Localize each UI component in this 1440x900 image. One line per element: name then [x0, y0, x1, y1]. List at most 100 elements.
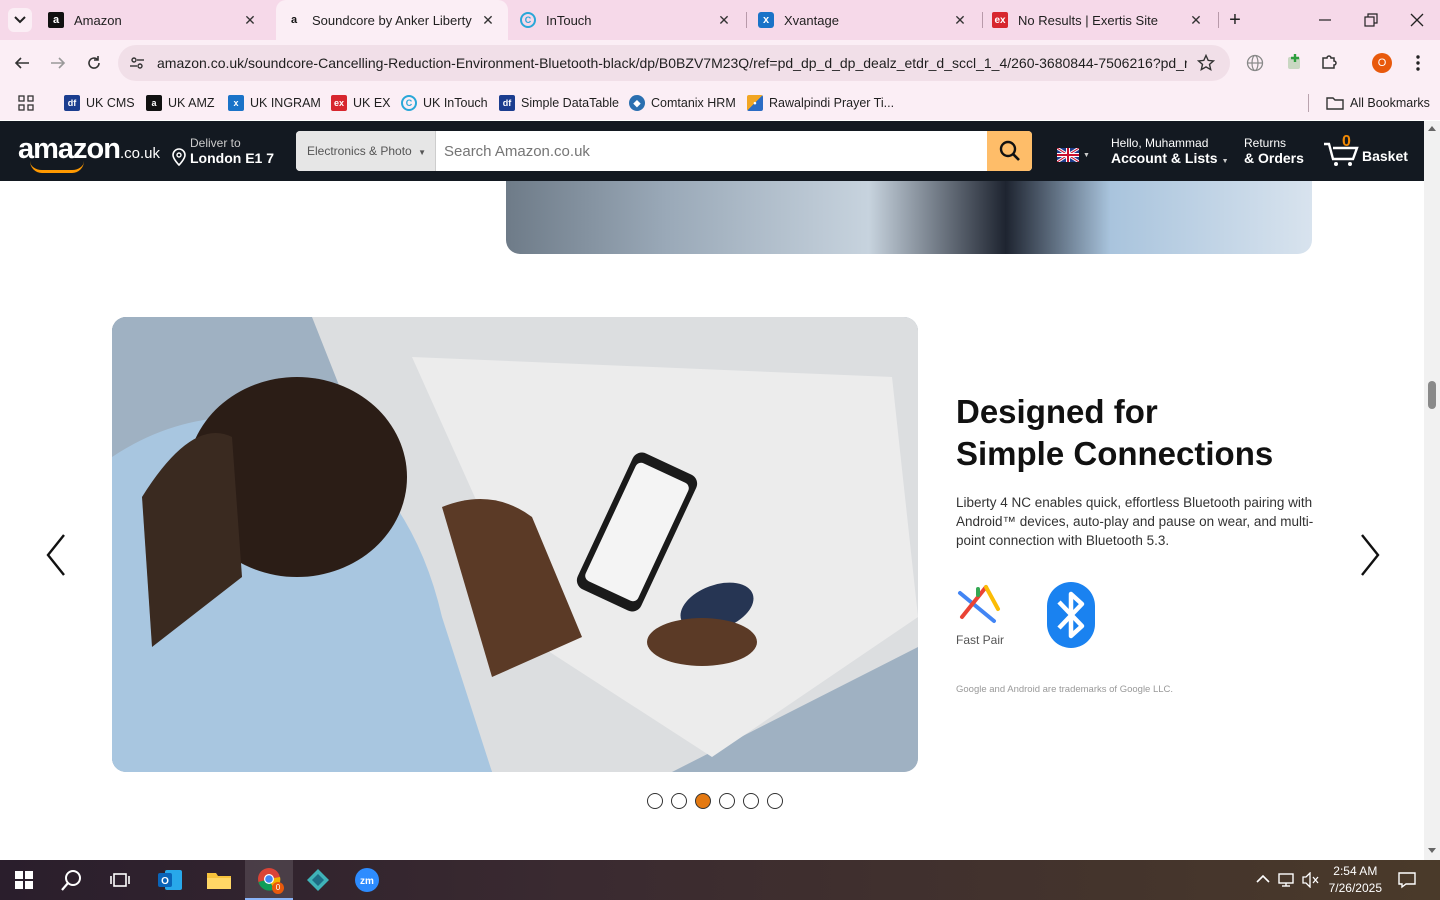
close-icon: [1410, 13, 1424, 27]
restore-button[interactable]: [1362, 10, 1380, 30]
taskbar-file-explorer[interactable]: [195, 860, 243, 900]
carousel-next-button[interactable]: [1354, 531, 1384, 579]
language-selector[interactable]: ▼: [1057, 148, 1090, 162]
bookmark-uk-ex[interactable]: ex UK EX: [331, 93, 391, 113]
bookmarks-divider: [1308, 94, 1309, 112]
extension-plus-icon[interactable]: [1286, 53, 1304, 71]
bookmark-label: Simple DataTable: [521, 96, 619, 110]
tab-separator: [746, 12, 747, 28]
caret-down-icon: ▼: [418, 148, 426, 157]
taskbar-search-button[interactable]: [48, 860, 96, 900]
site-info-icon[interactable]: [129, 55, 145, 71]
tab-intouch[interactable]: C InTouch ✕: [512, 0, 744, 40]
carousel-dot-1[interactable]: [647, 793, 663, 809]
search-input[interactable]: [436, 131, 988, 171]
url-text[interactable]: amazon.co.uk/soundcore-Cancelling-Reduct…: [157, 55, 1187, 71]
fast-pair-label: Fast Pair: [956, 633, 1005, 647]
page-scrollbar[interactable]: [1424, 121, 1440, 860]
location-pin-icon: [172, 148, 186, 166]
apps-grid-icon[interactable]: [18, 95, 34, 111]
close-icon[interactable]: ✕: [716, 12, 732, 28]
puzzle-icon[interactable]: [1320, 53, 1338, 71]
notification-icon[interactable]: [1398, 871, 1416, 889]
profile-initial: O: [1377, 57, 1387, 69]
forward-button[interactable]: [45, 50, 71, 76]
carousel-dot-2[interactable]: [671, 793, 687, 809]
taskbar-outlook[interactable]: O: [146, 860, 194, 900]
star-icon[interactable]: [1197, 54, 1215, 72]
scroll-up-icon[interactable]: [1427, 124, 1437, 132]
tab-amazon[interactable]: a Amazon ✕: [40, 0, 270, 40]
tab-title: Xvantage: [784, 12, 839, 28]
scroll-down-icon[interactable]: [1427, 847, 1437, 855]
search-icon: [999, 140, 1020, 161]
address-bar[interactable]: amazon.co.uk/soundcore-Cancelling-Reduct…: [118, 45, 1230, 81]
taskbar-zoom[interactable]: zm: [343, 860, 391, 900]
exertis-favicon-icon: ex: [992, 12, 1008, 28]
carousel-dot-4[interactable]: [719, 793, 735, 809]
task-view-button[interactable]: [96, 860, 144, 900]
basket-count: 0: [1342, 133, 1351, 150]
intouch-favicon-icon: C: [520, 12, 536, 28]
exertis-icon: ex: [331, 95, 347, 111]
account-and-lists[interactable]: Hello, Muhammad Account & Lists ▼: [1111, 136, 1229, 166]
taskbar-xvantage-app[interactable]: [294, 860, 342, 900]
taskbar-chrome[interactable]: 0: [245, 860, 293, 900]
carousel-headline: Designed for Simple Connections: [956, 391, 1273, 475]
window-close-button[interactable]: [1408, 10, 1426, 30]
bookmark-label: UK EX: [353, 96, 391, 110]
bookmark-label: Rawalpindi Prayer Ti...: [769, 96, 895, 110]
translate-icon[interactable]: [1246, 54, 1264, 72]
close-icon[interactable]: ✕: [1188, 12, 1204, 28]
bookmark-rawalpindi-prayer[interactable]: • Rawalpindi Prayer Ti...: [747, 93, 894, 113]
tab-xvantage[interactable]: x Xvantage ✕: [748, 0, 980, 40]
bookmark-uk-ingram[interactable]: x UK INGRAM: [228, 93, 321, 113]
deliver-label: Deliver to: [190, 136, 241, 150]
scrollbar-thumb[interactable]: [1428, 381, 1436, 409]
bookmark-label: UK CMS: [86, 96, 135, 110]
bookmark-uk-intouch[interactable]: C UK InTouch: [401, 93, 488, 113]
carousel-prev-button[interactable]: [42, 531, 72, 579]
deliver-to-location[interactable]: Deliver to London E1 7: [172, 136, 274, 166]
close-icon[interactable]: ✕: [952, 12, 968, 28]
search-category-select[interactable]: Electronics & Photo ▼: [296, 131, 436, 171]
deliver-location: London E1 7: [190, 150, 274, 166]
bookmark-uk-amz[interactable]: a UK AMZ: [146, 93, 215, 113]
bookmark-comtanix-hrm[interactable]: ◆ Comtanix HRM: [629, 93, 736, 113]
tab-search-button[interactable]: [8, 8, 32, 32]
close-icon[interactable]: ✕: [242, 12, 258, 28]
basket-button[interactable]: 0 Basket: [1323, 131, 1413, 171]
reload-button[interactable]: [81, 50, 107, 76]
carousel-dot-3[interactable]: [695, 793, 711, 809]
returns-and-orders[interactable]: Returns & Orders: [1244, 136, 1304, 166]
volume-muted-icon[interactable]: [1302, 872, 1320, 888]
chevron-up-icon[interactable]: [1256, 874, 1270, 884]
profile-avatar[interactable]: O: [1372, 53, 1392, 73]
folder-icon: [207, 873, 231, 889]
folder-icon: [1326, 97, 1344, 110]
tab-soundcore[interactable]: a Soundcore by Anker Liberty 4 NC ✕: [276, 0, 508, 40]
tab-title: Soundcore by Anker Liberty 4 NC: [312, 12, 472, 28]
tab-title: No Results | Exertis Site: [1018, 12, 1158, 28]
bookmark-uk-cms[interactable]: df UK CMS: [64, 93, 135, 113]
carousel-dot-5[interactable]: [743, 793, 759, 809]
all-bookmarks-button[interactable]: All Bookmarks: [1326, 93, 1430, 113]
back-button[interactable]: [9, 50, 35, 76]
tab-exertis[interactable]: ex No Results | Exertis Site ✕: [984, 0, 1216, 40]
xvantage-icon: x: [228, 95, 244, 111]
carousel-dot-6[interactable]: [767, 793, 783, 809]
tab-strip: a Amazon ✕ a Soundcore by Anker Liberty …: [0, 0, 1440, 40]
prayer-icon: •: [747, 95, 763, 111]
network-icon[interactable]: [1278, 872, 1296, 888]
trademark-notice: Google and Android are trademarks of Goo…: [956, 684, 1174, 695]
search-button[interactable]: [987, 131, 1032, 171]
bookmark-simple-datatable[interactable]: df Simple DataTable: [499, 93, 619, 113]
df-icon: df: [499, 95, 515, 111]
close-icon[interactable]: ✕: [480, 12, 496, 28]
start-button[interactable]: [0, 860, 48, 900]
new-tab-button[interactable]: +: [1224, 9, 1246, 31]
minimize-button[interactable]: [1316, 10, 1334, 30]
kebab-menu-icon[interactable]: [1410, 54, 1426, 72]
product-description-area: Designed for Simple Connections Liberty …: [0, 181, 1424, 860]
system-clock[interactable]: 2:54 AM 7/26/2025: [1329, 863, 1382, 897]
